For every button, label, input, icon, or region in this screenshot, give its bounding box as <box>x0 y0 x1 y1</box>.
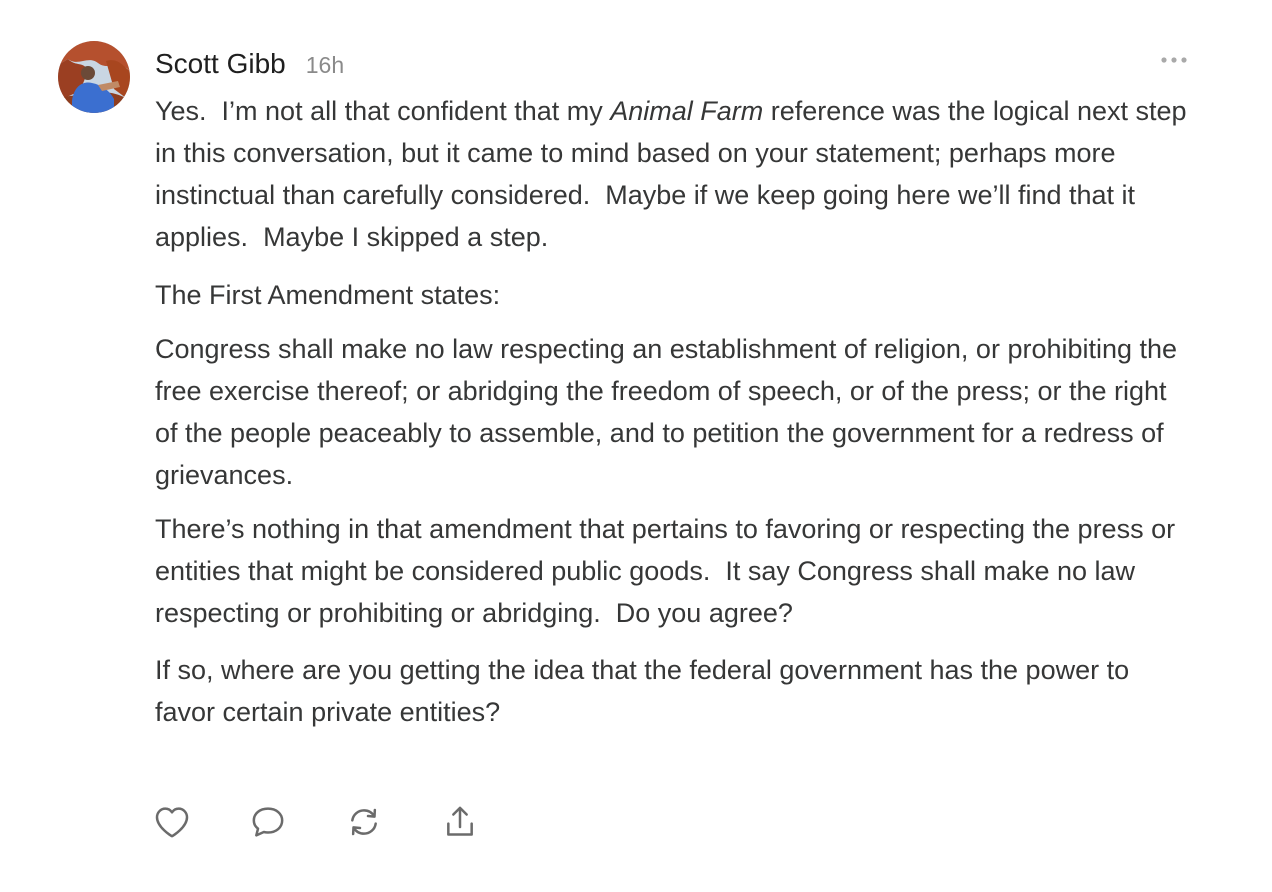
share-icon <box>447 806 473 836</box>
more-options-button[interactable] <box>1156 48 1192 72</box>
comment: Scott Gibb 16h Yes. I’m not all that con… <box>0 0 1272 892</box>
avatar[interactable] <box>58 41 130 113</box>
share-button[interactable] <box>438 800 482 844</box>
timestamp[interactable]: 16h <box>306 45 344 85</box>
refresh-icon <box>351 808 377 836</box>
paragraph: Yes. I’m not all that confident that my … <box>155 90 1195 258</box>
text-span: Yes. I’m not all that confident that my <box>155 96 611 126</box>
chat-bubble-icon <box>252 807 284 837</box>
like-button[interactable] <box>150 800 194 844</box>
paragraph: The First Amendment states: <box>155 280 501 310</box>
reply-button[interactable] <box>246 800 290 844</box>
paragraph: If so, where are you getting the idea th… <box>155 655 1130 727</box>
author-name[interactable]: Scott Gibb <box>155 44 286 84</box>
italic-title: Animal Farm <box>610 96 764 126</box>
comment-body: Yes. I’m not all that confident that my … <box>155 90 1195 748</box>
heart-icon <box>155 807 189 838</box>
paragraph: There’s nothing in that amendment that p… <box>155 514 1176 628</box>
restack-button[interactable] <box>342 800 386 844</box>
avatar-photo <box>58 41 130 113</box>
ellipsis-icon <box>1161 57 1187 63</box>
comment-header: Scott Gibb 16h <box>155 44 344 84</box>
quote-paragraph: Congress shall make no law respecting an… <box>155 334 1178 490</box>
